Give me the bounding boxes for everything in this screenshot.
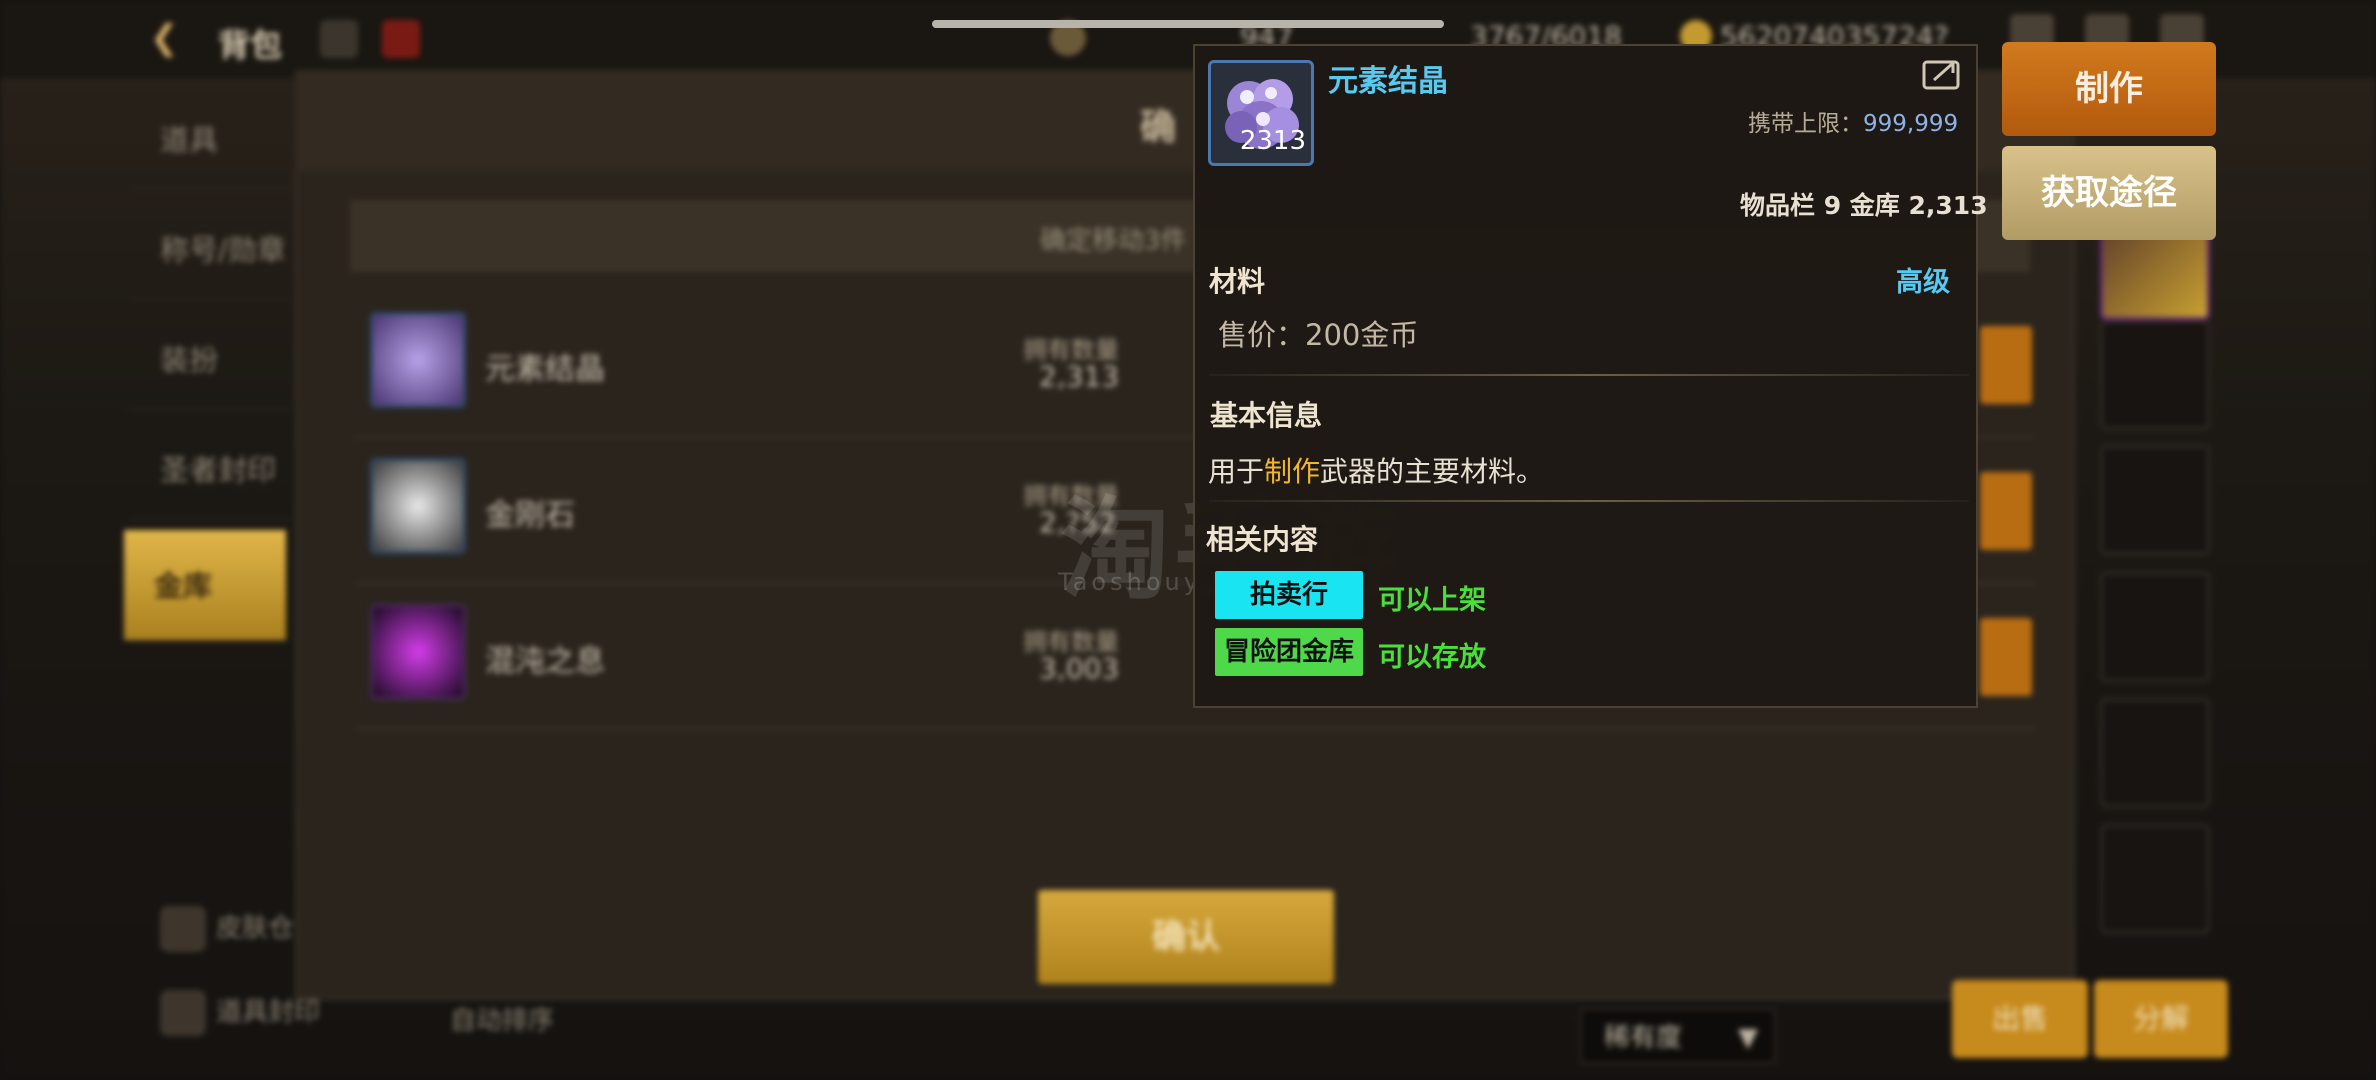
item-grade: 高级 bbox=[1896, 267, 1950, 298]
guild-vault-tag[interactable]: 冒险团金库 bbox=[1215, 628, 1363, 676]
carry-limit-label: 携带上限： bbox=[1748, 111, 1863, 137]
desc-highlight: 制作 bbox=[1264, 455, 1321, 488]
row-name: 金刚石 bbox=[485, 498, 575, 533]
chevron-down-icon: ▼ bbox=[1738, 1023, 1758, 1053]
related-title: 相关内容 bbox=[1206, 523, 1319, 556]
make-button[interactable]: 制作 bbox=[2002, 42, 2216, 136]
bag-title: 背包 bbox=[218, 26, 283, 64]
item-seal-label: 道具封印 bbox=[216, 997, 321, 1028]
sell-button[interactable]: 出售 bbox=[1952, 980, 2088, 1058]
sidebar-item-costume[interactable]: 装扮 bbox=[130, 310, 290, 410]
guild-vault-note: 可以存放 bbox=[1378, 642, 1486, 673]
basic-info-title: 基本信息 bbox=[1210, 399, 1323, 432]
disassemble-button[interactable]: 分解 bbox=[2094, 980, 2228, 1058]
confirm-button[interactable]: 确认 bbox=[1038, 890, 1334, 984]
gesture-bar bbox=[932, 20, 1444, 28]
gift-icon[interactable] bbox=[382, 20, 420, 58]
sidebar-item-props[interactable]: 道具 bbox=[130, 90, 290, 190]
item-category: 材料 bbox=[1209, 265, 1266, 298]
inventory-slot[interactable] bbox=[2100, 445, 2210, 555]
desc-suffix: 武器的主要材料。 bbox=[1320, 455, 1545, 488]
row-qty: 2,313 bbox=[1039, 360, 1120, 393]
row-action-button[interactable] bbox=[1980, 472, 2032, 550]
inventory-slot[interactable] bbox=[2100, 698, 2210, 808]
element-crystal-icon bbox=[370, 312, 466, 408]
divider bbox=[1209, 500, 1969, 502]
item-price: 售价：200金币 bbox=[1218, 318, 1419, 352]
inventory-slot[interactable] bbox=[2100, 824, 2210, 934]
item-description: 用于制作武器的主要材料。 bbox=[1208, 450, 1544, 490]
desc-prefix: 用于 bbox=[1208, 455, 1265, 488]
dialog-title: 确 bbox=[1140, 107, 1177, 148]
sidebar-item-seal[interactable]: 圣者封印 bbox=[130, 420, 290, 520]
skin-icon bbox=[160, 906, 206, 952]
row-name: 混沌之息 bbox=[485, 644, 605, 679]
inventory-slot[interactable] bbox=[2100, 572, 2210, 682]
confirm-prompt: 确定移动3件 bbox=[1040, 226, 1187, 256]
row-qty: 3,003 bbox=[1039, 652, 1120, 685]
item-name: 元素结晶 bbox=[1328, 64, 1448, 99]
row-name: 元素结晶 bbox=[485, 352, 605, 387]
seal-icon bbox=[160, 990, 206, 1036]
auction-tag[interactable]: 拍卖行 bbox=[1215, 571, 1363, 619]
rarity-sort-label: 稀有度 bbox=[1604, 1023, 1683, 1053]
item-count: 2313 bbox=[1239, 126, 1306, 156]
stock-line: 物品栏 9 金库 2,313 bbox=[1740, 191, 1988, 220]
sidebar-item-vault[interactable]: 金库 bbox=[124, 530, 286, 642]
carry-limit-value: 999,999 bbox=[1863, 111, 1959, 137]
auto-sort-button[interactable]: 自动排序 bbox=[450, 1000, 554, 1037]
source-button[interactable]: 获取途径 bbox=[2002, 146, 2216, 240]
divider bbox=[1209, 374, 1969, 376]
eye-icon[interactable] bbox=[320, 20, 358, 58]
auto-sort-label: 自动排序 bbox=[450, 1006, 555, 1036]
row-action-button[interactable] bbox=[1980, 618, 2032, 696]
carry-limit: 携带上限：999,999 bbox=[1748, 104, 1958, 138]
rarity-sort-select[interactable]: 稀有度 ▼ bbox=[1580, 1008, 1776, 1064]
skin-storage-label: 皮肤仓 bbox=[216, 913, 295, 944]
skin-storage-button[interactable]: 皮肤仓 bbox=[160, 906, 294, 952]
row-action-button[interactable] bbox=[1980, 326, 2032, 404]
inventory-slot[interactable] bbox=[2100, 320, 2210, 430]
diamond-icon bbox=[370, 458, 466, 554]
back-arrow-icon[interactable]: ❮ bbox=[150, 18, 179, 58]
chaos-breath-icon bbox=[370, 604, 466, 700]
sidebar-item-titles[interactable]: 称号/勋章 bbox=[130, 200, 290, 300]
share-icon[interactable] bbox=[1922, 56, 1962, 90]
auction-note: 可以上架 bbox=[1378, 585, 1486, 616]
